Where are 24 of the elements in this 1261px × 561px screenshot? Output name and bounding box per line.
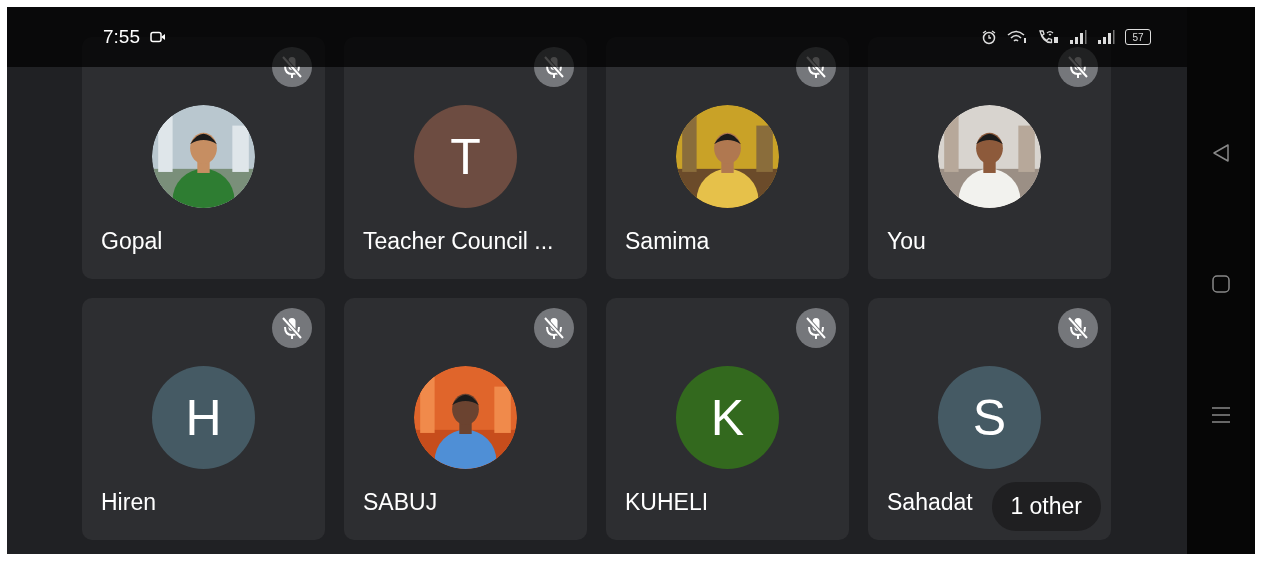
wifi-calling-icon (1037, 29, 1059, 45)
others-badge[interactable]: 1 other (992, 482, 1101, 531)
wifi-icon (1007, 29, 1027, 45)
participant-name: Teacher Council ... (363, 228, 554, 255)
home-icon[interactable] (1212, 275, 1230, 293)
avatar: H (152, 366, 255, 469)
avatar: K (676, 366, 779, 469)
participant-name: KUHELI (625, 489, 709, 516)
clock-time: 7:55 (103, 26, 140, 48)
participant-name: Gopal (101, 228, 163, 255)
participant-name: SABUJ (363, 489, 438, 516)
video-camera-icon (150, 31, 166, 43)
avatar: S (938, 366, 1041, 469)
avatar: T (414, 105, 517, 208)
participant-name: Sahadat (887, 489, 973, 516)
participant-name: You (887, 228, 926, 255)
battery-level: 57 (1125, 29, 1151, 45)
signal-icon (1069, 29, 1087, 45)
alarm-icon (981, 29, 997, 45)
signal-icon (1097, 29, 1115, 45)
menu-icon[interactable] (1211, 405, 1231, 425)
participant-name: Samima (625, 228, 710, 255)
back-icon[interactable] (1212, 143, 1230, 163)
participant-name: Hiren (101, 489, 156, 516)
